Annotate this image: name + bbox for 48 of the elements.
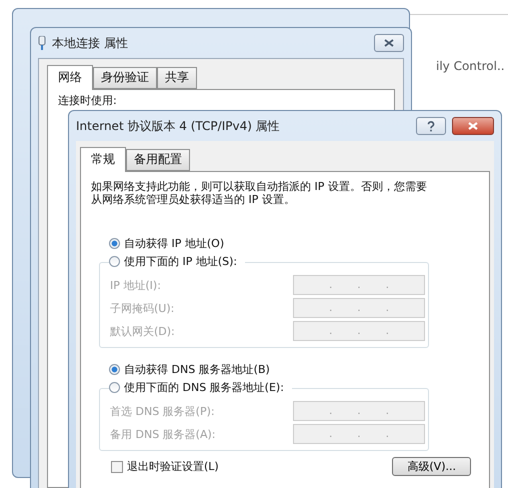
tab[interactable]: 网络 (47, 65, 93, 90)
question-icon (427, 120, 435, 132)
ip-separator: . (329, 406, 332, 416)
field-label: IP 地址(I): (110, 278, 161, 292)
ip-separator: . (329, 280, 332, 290)
ip-separator: . (386, 326, 389, 336)
ip-separator: . (329, 302, 332, 314)
ip-separator: . (386, 280, 389, 290)
ip-separator: . (357, 302, 361, 314)
radio-label: 自动获得 IP 地址(O) (124, 236, 224, 251)
field-label: 默认网关(D): (110, 324, 175, 338)
radio-button[interactable] (109, 364, 120, 375)
radio-label: 自动获得 DNS 服务器地址(B) (124, 362, 270, 377)
ip-separator: . (329, 428, 332, 440)
window-text: ily Control.. (436, 59, 505, 73)
ip-separator: . (386, 302, 389, 314)
field-label: 备用 DNS 服务器(A): (110, 426, 216, 442)
close-button[interactable] (374, 34, 404, 52)
ip-separator: . (357, 326, 361, 336)
plug-icon (38, 36, 46, 50)
radio-label: 使用下面的 DNS 服务器地址(E): (124, 380, 284, 395)
tab[interactable]: 常规 (80, 147, 126, 172)
advanced-button[interactable]: 高级(V)... (392, 457, 471, 476)
ip-separator: . (357, 406, 361, 416)
close-icon (384, 39, 394, 47)
ip-separator: . (357, 428, 361, 440)
radio-button[interactable] (109, 256, 120, 267)
field-label: 首选 DNS 服务器(P): (110, 404, 215, 418)
checkbox-label: 退出时验证设置(L) (127, 459, 219, 474)
ip-separator: . (329, 326, 332, 336)
ip-separator: . (357, 280, 361, 290)
tab[interactable]: 身份验证 (93, 67, 157, 89)
section-label: 连接时使用: (58, 93, 118, 108)
checkbox[interactable] (111, 460, 123, 472)
window-title: 本地连接 属性 (52, 34, 129, 52)
field-label: 子网掩码(U): (110, 300, 174, 316)
radio-button[interactable] (109, 382, 120, 393)
close-icon (468, 122, 478, 130)
help-button[interactable] (416, 117, 446, 135)
description-text: 如果网络支持此功能，则可以获取自动指派的 IP 设置。否则，您需要从网络系统管理员处获得适当的 IP 设置。 (91, 180, 428, 206)
tab[interactable]: 备用配置 (126, 149, 190, 171)
close-button[interactable] (452, 117, 494, 135)
radio-button[interactable] (109, 238, 120, 249)
ip-separator: . (386, 428, 389, 440)
radio-label: 使用下面的 IP 地址(S): (124, 254, 238, 269)
ip-separator: . (386, 406, 389, 416)
window-title: Internet 协议版本 4 (TCP/IPv4) 属性 (76, 118, 281, 134)
tab[interactable]: 共享 (157, 67, 197, 89)
